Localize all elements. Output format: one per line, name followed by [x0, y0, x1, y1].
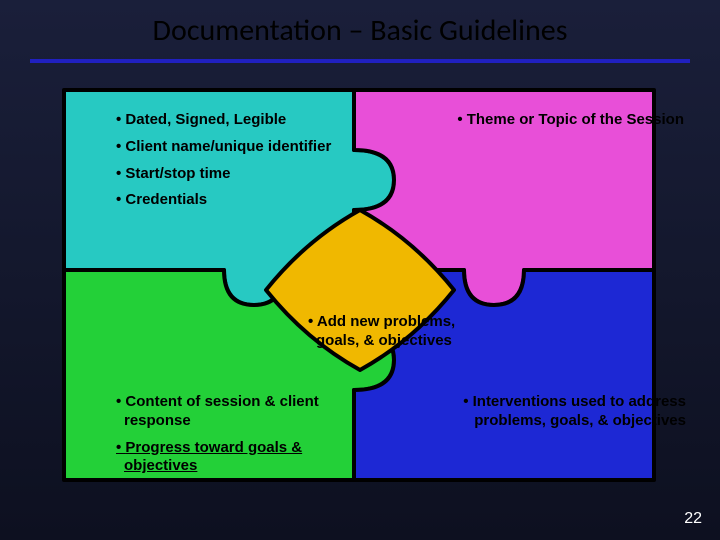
bullet: Add new problems, goals, & objectives: [308, 313, 498, 351]
puzzle-diagram: Dated, Signed, Legible Client name/uniqu…: [54, 80, 666, 500]
bullets-center: Add new problems, goals, & objectives: [268, 313, 498, 359]
title-underline: [30, 59, 690, 63]
slide-title: Documentation – Basic Guidelines: [0, 0, 720, 49]
bullets-top-left: Dated, Signed, Legible Client name/uniqu…: [76, 111, 396, 218]
bullet: Start/stop time: [116, 165, 396, 184]
bullet: Interventions used to address problems, …: [450, 393, 686, 431]
bullets-bottom-right: Interventions used to address problems, …: [410, 393, 686, 439]
bullet: Client name/unique identifier: [116, 138, 396, 157]
bullets-top-right: Theme or Topic of the Session: [414, 111, 684, 138]
bullet: Credentials: [116, 191, 396, 210]
bullet: Theme or Topic of the Session: [454, 111, 684, 130]
bullets-bottom-left: Content of session & client response Pro…: [76, 393, 376, 484]
bullet: Content of session & client response: [116, 393, 376, 431]
slide-number: 22: [684, 510, 702, 528]
bullet: Progress toward goals & objectives: [116, 439, 376, 477]
bullet: Dated, Signed, Legible: [116, 111, 396, 130]
